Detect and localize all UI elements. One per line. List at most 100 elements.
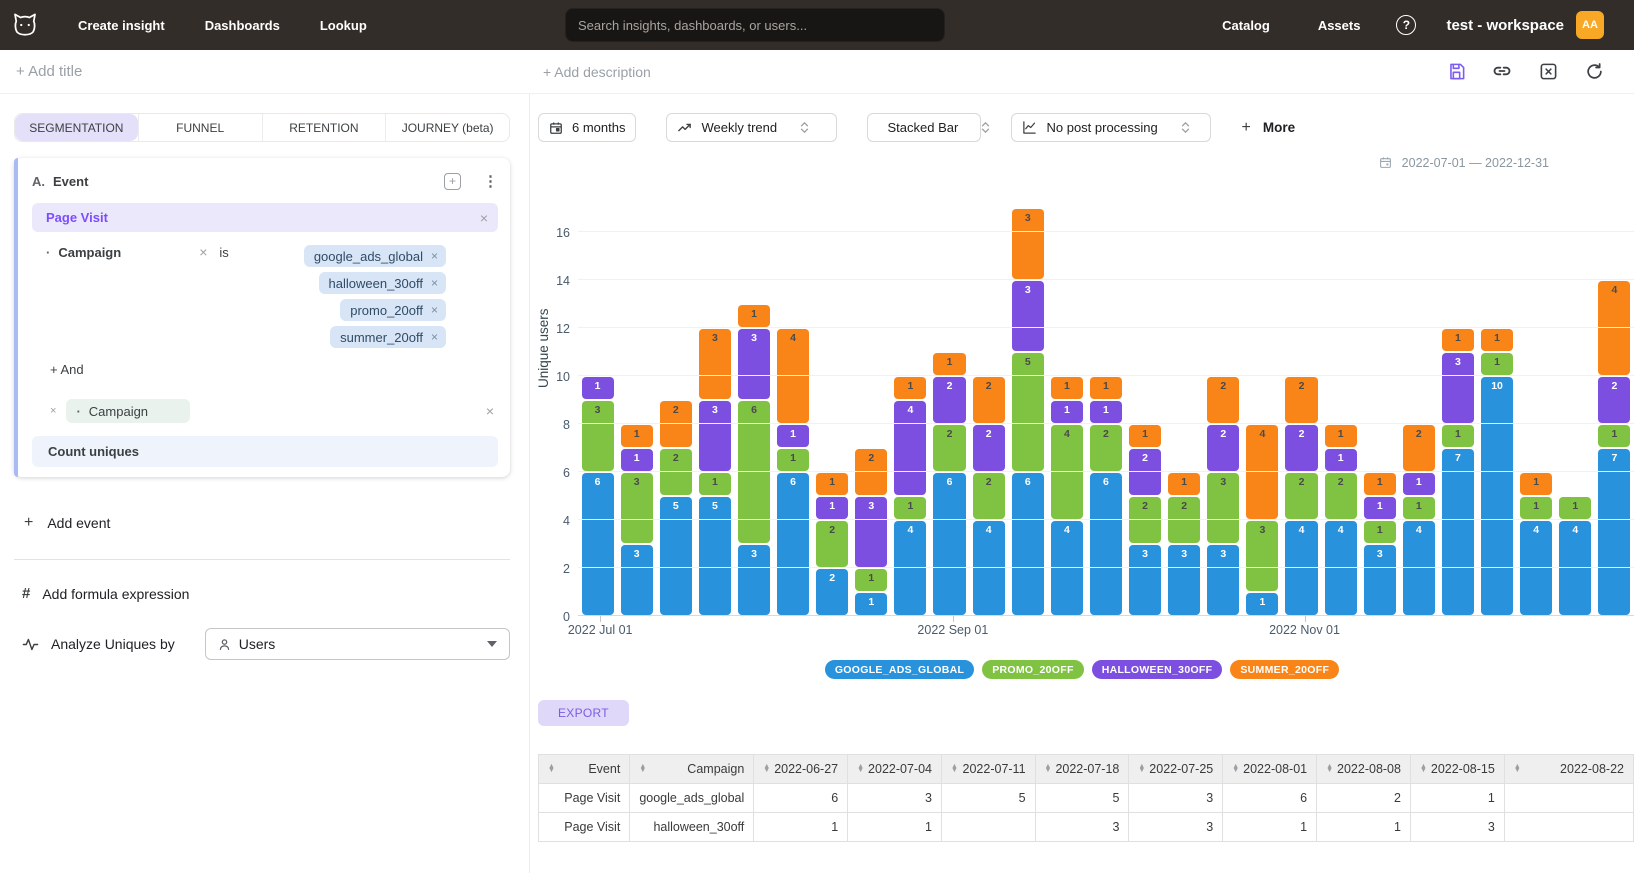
- sort-icon[interactable]: ▲▼: [1420, 765, 1427, 773]
- stacked-bar[interactable]: 6533: [1008, 207, 1047, 615]
- add-and-filter-button[interactable]: + And: [32, 362, 498, 377]
- stacked-bar[interactable]: 6211: [1086, 375, 1125, 615]
- filter-value-tag[interactable]: google_ads_global×: [304, 245, 446, 267]
- bar-segment-google_ads_global[interactable]: 10: [1481, 377, 1513, 615]
- bar-segment-promo_20off[interactable]: 1: [1481, 353, 1513, 375]
- bar-segment-google_ads_global[interactable]: 3: [1207, 545, 1239, 615]
- bar-segment-summer_20off[interactable]: 1: [1051, 377, 1083, 399]
- bar-segment-halloween_30off[interactable]: 1: [816, 497, 848, 519]
- sort-icon[interactable]: ▲▼: [1138, 765, 1145, 773]
- bar-segment-promo_20off[interactable]: 1: [1520, 497, 1552, 519]
- bar-segment-google_ads_global[interactable]: 6: [777, 473, 809, 615]
- bar-segment-summer_20off[interactable]: 1: [1129, 425, 1161, 447]
- bar-segment-halloween_30off[interactable]: 2: [933, 377, 965, 423]
- stacked-bar[interactable]: 6221: [930, 351, 969, 615]
- event-selector[interactable]: Page Visit ×: [32, 203, 498, 232]
- bar-segment-promo_20off[interactable]: 3: [582, 401, 614, 471]
- sort-icon[interactable]: ▲▼: [763, 765, 770, 773]
- bar-segment-halloween_30off[interactable]: 1: [777, 425, 809, 447]
- bar-segment-google_ads_global[interactable]: 4: [1559, 521, 1591, 615]
- duplicate-event-icon[interactable]: +: [444, 173, 461, 190]
- bar-segment-summer_20off[interactable]: 3: [1012, 209, 1044, 279]
- remove-event-icon[interactable]: ×: [480, 211, 488, 225]
- sort-icon[interactable]: ▲▼: [1232, 765, 1239, 773]
- table-header-cell[interactable]: ▲▼Event: [539, 755, 630, 784]
- bar-segment-summer_20off[interactable]: 2: [973, 377, 1005, 423]
- bar-segment-halloween_30off[interactable]: 3: [738, 329, 770, 399]
- bar-segment-summer_20off[interactable]: 1: [1090, 377, 1122, 399]
- sort-icon[interactable]: ▲▼: [548, 765, 555, 773]
- bar-segment-promo_20off[interactable]: 1: [699, 473, 731, 495]
- bar-segment-summer_20off[interactable]: 1: [1168, 473, 1200, 495]
- nav-dashboards[interactable]: Dashboards: [205, 18, 280, 33]
- stacked-bar[interactable]: 7124: [1595, 279, 1634, 615]
- export-button[interactable]: EXPORT: [538, 700, 629, 726]
- table-header-cell[interactable]: ▲▼2022-06-27: [754, 755, 848, 784]
- bar-segment-promo_20off[interactable]: 2: [1325, 473, 1357, 519]
- analyze-by-select[interactable]: Users: [205, 628, 510, 660]
- stacked-bar[interactable]: 4141: [891, 375, 930, 615]
- stacked-bar[interactable]: 4222: [1282, 375, 1321, 615]
- table-header-cell[interactable]: ▲▼2022-08-22: [1504, 755, 1633, 784]
- bar-segment-google_ads_global[interactable]: 4: [1520, 521, 1552, 615]
- bar-segment-summer_20off[interactable]: 1: [894, 377, 926, 399]
- save-icon[interactable]: [1446, 61, 1466, 81]
- bar-segment-google_ads_global[interactable]: 3: [1168, 545, 1200, 615]
- bar-segment-google_ads_global[interactable]: 4: [1325, 521, 1357, 615]
- nav-lookup[interactable]: Lookup: [320, 18, 367, 33]
- sort-icon[interactable]: ▲▼: [1045, 765, 1052, 773]
- avatar[interactable]: AA: [1576, 11, 1604, 39]
- bar-segment-google_ads_global[interactable]: 3: [621, 545, 653, 615]
- bar-segment-promo_20off[interactable]: 1: [1598, 425, 1630, 447]
- bar-segment-halloween_30off[interactable]: 3: [1012, 281, 1044, 351]
- stacked-bar[interactable]: 4411: [1047, 375, 1086, 615]
- bar-segment-google_ads_global[interactable]: 7: [1598, 449, 1630, 615]
- breakdown-chip[interactable]: · Campaign: [66, 399, 190, 423]
- filter-value-tag[interactable]: summer_20off×: [330, 326, 446, 348]
- add-event-button[interactable]: + Add event: [14, 514, 510, 532]
- nav-create-insight[interactable]: Create insight: [78, 18, 165, 33]
- remove-filter-icon[interactable]: ×: [199, 245, 207, 348]
- search-input[interactable]: [565, 8, 945, 42]
- bar-segment-summer_20off[interactable]: 4: [1598, 281, 1630, 375]
- bar-segment-google_ads_global[interactable]: 1: [1246, 593, 1278, 615]
- remove-breakdown-icon[interactable]: ×: [50, 406, 56, 417]
- filter-value-tag[interactable]: promo_20off×: [340, 299, 446, 321]
- bar-segment-halloween_30off[interactable]: 4: [894, 401, 926, 495]
- bar-segment-google_ads_global[interactable]: 6: [582, 473, 614, 615]
- bar-segment-halloween_30off[interactable]: 1: [582, 377, 614, 399]
- bar-segment-google_ads_global[interactable]: 3: [1129, 545, 1161, 615]
- bar-segment-google_ads_global[interactable]: 3: [1364, 545, 1396, 615]
- stacked-bar[interactable]: 1132: [852, 447, 891, 615]
- stacked-bar[interactable]: 3111: [1360, 471, 1399, 615]
- bar-segment-halloween_30off[interactable]: 1: [1051, 401, 1083, 423]
- stacked-bar[interactable]: 631: [578, 375, 617, 615]
- remove-tag-icon[interactable]: ×: [431, 277, 438, 289]
- sort-icon[interactable]: ▲▼: [639, 765, 646, 773]
- stacked-bar[interactable]: 3631: [734, 303, 773, 615]
- bar-segment-halloween_30off[interactable]: 2: [1285, 425, 1317, 471]
- bar-segment-halloween_30off[interactable]: 2: [973, 425, 1005, 471]
- bar-segment-promo_20off[interactable]: 3: [1207, 473, 1239, 543]
- app-logo-cat-icon[interactable]: [10, 10, 40, 40]
- bar-segment-summer_20off[interactable]: 1: [1520, 473, 1552, 495]
- bar-segment-google_ads_global[interactable]: 4: [894, 521, 926, 615]
- bar-segment-google_ads_global[interactable]: 4: [1285, 521, 1317, 615]
- share-link-icon[interactable]: [1492, 61, 1512, 81]
- filter-property[interactable]: Campaign: [58, 245, 121, 348]
- bar-segment-summer_20off[interactable]: 2: [855, 449, 887, 495]
- bar-segment-summer_20off[interactable]: 1: [816, 473, 848, 495]
- stacked-bar[interactable]: 4222: [969, 375, 1008, 615]
- sort-icon[interactable]: ▲▼: [1514, 765, 1521, 773]
- clear-breakdown-icon[interactable]: ×: [486, 404, 494, 418]
- bar-segment-promo_20off[interactable]: 2: [1168, 497, 1200, 543]
- close-square-icon[interactable]: [1538, 61, 1558, 81]
- tab-segmentation[interactable]: SEGMENTATION: [15, 114, 138, 141]
- bar-segment-promo_20off[interactable]: 2: [660, 449, 692, 495]
- bar-segment-summer_20off[interactable]: 3: [699, 329, 731, 399]
- bar-segment-google_ads_global[interactable]: 4: [1403, 521, 1435, 615]
- table-header-cell[interactable]: ▲▼Campaign: [630, 755, 754, 784]
- bar-segment-halloween_30off[interactable]: 2: [1129, 449, 1161, 495]
- bar-segment-summer_20off[interactable]: 4: [777, 329, 809, 423]
- legend-pill-promo_20off[interactable]: PROMO_20OFF: [982, 660, 1083, 679]
